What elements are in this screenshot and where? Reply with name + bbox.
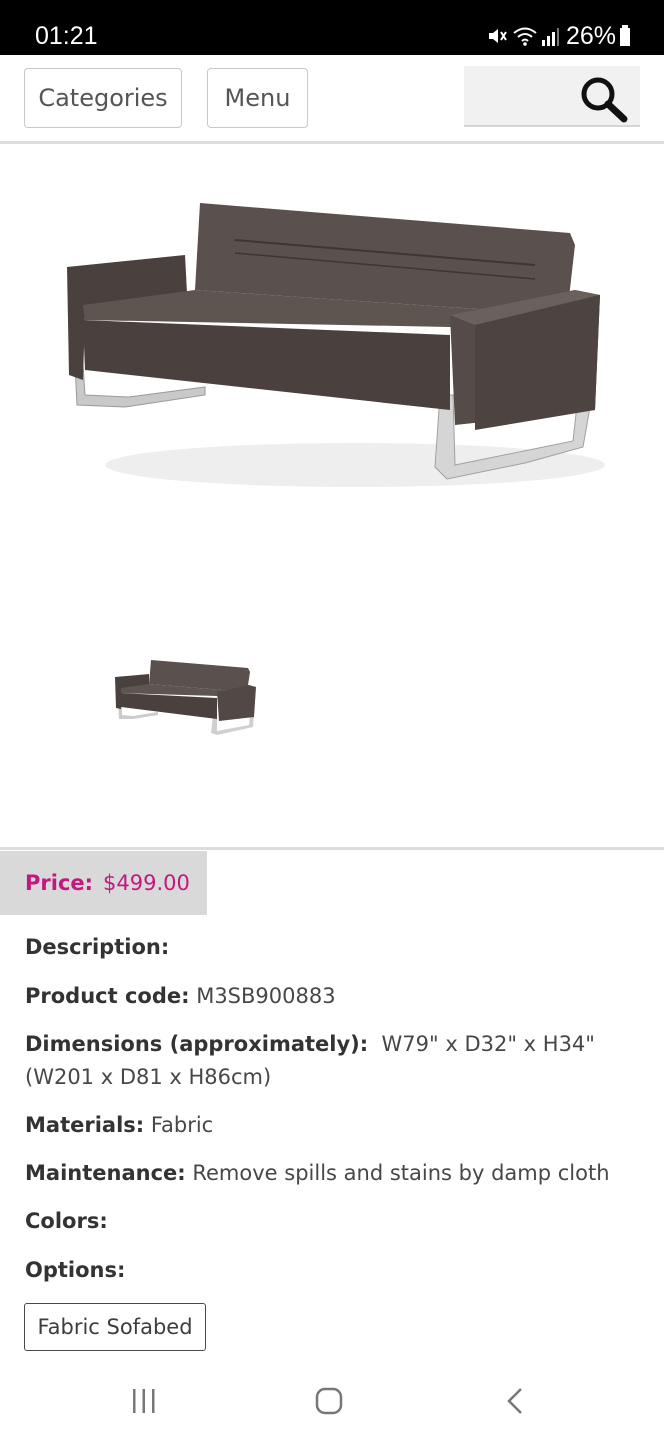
maintenance-label: Maintenance: <box>25 1161 186 1185</box>
price-value: $499.00 <box>103 871 190 895</box>
nav-divider <box>0 141 664 144</box>
colors-label: Colors: <box>25 1209 108 1233</box>
details-divider <box>0 847 664 850</box>
home-icon[interactable] <box>314 1386 344 1416</box>
product-image[interactable] <box>55 195 615 495</box>
description-row: Description: <box>25 931 645 964</box>
product-code-row: Product code: M3SB900883 <box>25 980 645 1013</box>
mute-icon <box>488 29 507 43</box>
search-box[interactable] <box>464 66 640 127</box>
options-label: Options: <box>25 1258 126 1282</box>
signal-icon <box>541 28 559 46</box>
status-time: 01:21 <box>35 22 98 50</box>
battery-icon <box>620 25 630 46</box>
categories-button-label: Categories <box>38 84 168 112</box>
search-icon[interactable] <box>578 74 630 124</box>
options-row: Options: <box>25 1254 645 1287</box>
battery-level: 26% <box>565 21 616 50</box>
materials-row: Materials: Fabric <box>25 1109 645 1142</box>
option-label: Fabric Sofabed <box>37 1315 193 1339</box>
categories-button[interactable]: Categories <box>24 68 182 128</box>
maintenance-value: Remove spills and stains by damp cloth <box>192 1161 610 1185</box>
status-icons: 26% <box>486 21 631 51</box>
dimensions-label: Dimensions (approximately): <box>25 1032 369 1056</box>
description-label: Description: <box>25 935 170 959</box>
menu-button[interactable]: Menu <box>207 68 308 128</box>
product-code-label: Product code: <box>25 984 190 1008</box>
product-code-value: M3SB900883 <box>196 984 336 1008</box>
price-box: Price: $499.00 <box>0 851 207 915</box>
recent-apps-icon[interactable] <box>130 1386 158 1416</box>
android-nav-bar <box>0 1370 664 1440</box>
colors-row: Colors: <box>25 1205 645 1238</box>
dimensions-row: Dimensions (approximately): W79" x D32" … <box>25 1028 645 1094</box>
wifi-icon <box>513 27 537 46</box>
maintenance-row: Maintenance: Remove spills and stains by… <box>25 1157 645 1190</box>
status-bar: 01:21 26% <box>0 0 664 55</box>
price-label: Price: <box>25 871 94 895</box>
materials-value: Fabric <box>150 1113 214 1137</box>
back-icon[interactable] <box>503 1386 529 1416</box>
materials-label: Materials: <box>25 1113 145 1137</box>
menu-button-label: Menu <box>224 84 291 112</box>
option-fabric-sofabed-button[interactable]: Fabric Sofabed <box>24 1303 206 1351</box>
product-thumbnail[interactable] <box>113 657 259 735</box>
